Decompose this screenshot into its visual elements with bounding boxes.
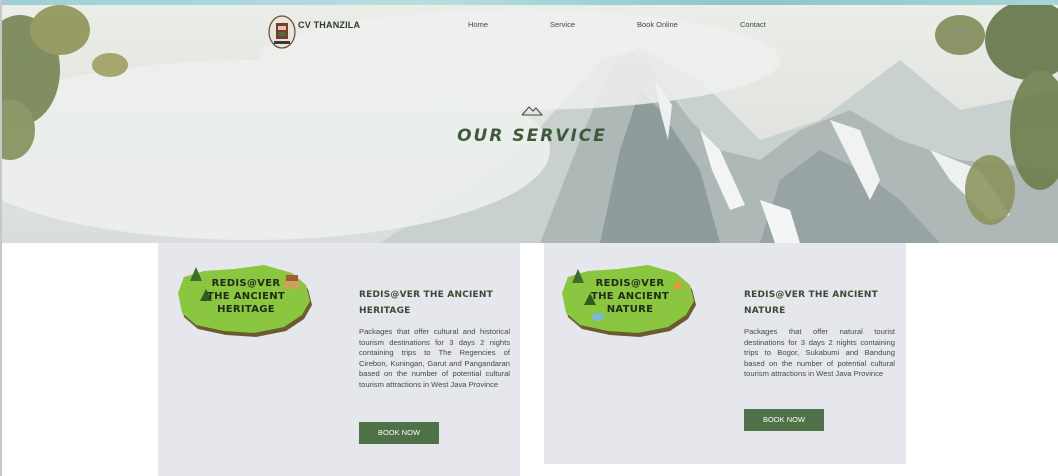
company-logo[interactable] (268, 15, 296, 49)
service-card-heritage: REDIS@VER THE ANCIENT HERITAGE REDIS@VER… (158, 243, 520, 476)
book-now-button[interactable]: BOOK NOW (359, 422, 439, 444)
heritage-map-image: REDIS@VER THE ANCIENT HERITAGE (178, 265, 312, 337)
nature-map-line-3: NATURE (607, 304, 654, 315)
heritage-map-line-3: HERITAGE (217, 304, 275, 315)
nature-map-line-1: REDIS@VER (596, 278, 665, 289)
left-border (0, 0, 2, 476)
top-strip (0, 0, 1058, 5)
top-navigation: CV THANZILA Home Service Book Online Con… (0, 12, 1058, 49)
nav-link-contact[interactable]: Contact (740, 20, 766, 29)
card-description: Packages that offer cultural and histori… (359, 327, 510, 389)
heritage-map-line-2: THE ANCIENT (207, 291, 285, 302)
nav-link-home[interactable]: Home (468, 20, 488, 29)
mountain-outline-icon (521, 106, 543, 116)
heritage-map-line-1: REDIS@VER (212, 278, 281, 289)
card-description: Packages that offer natural tourist dest… (744, 327, 895, 379)
card-title: REDIS@VER THE ANCIENT HERITAGE (359, 290, 493, 316)
nature-map-line-2: THE ANCIENT (591, 291, 669, 302)
nature-map-image: REDIS@VER THE ANCIENT NATURE (562, 265, 696, 337)
brand-name[interactable]: CV THANZILA (298, 20, 360, 30)
service-card-nature: REDIS@VER THE ANCIENT NATURE REDIS@VER T… (544, 243, 906, 464)
card-title: REDIS@VER THE ANCIENT NATURE (744, 290, 878, 316)
nav-link-service[interactable]: Service (550, 20, 575, 29)
book-now-button[interactable]: BOOK NOW (744, 409, 824, 431)
page-title: OUR SERVICE (457, 126, 607, 146)
nav-link-book-online[interactable]: Book Online (637, 20, 678, 29)
hero-banner: CV THANZILA Home Service Book Online Con… (0, 0, 1058, 243)
